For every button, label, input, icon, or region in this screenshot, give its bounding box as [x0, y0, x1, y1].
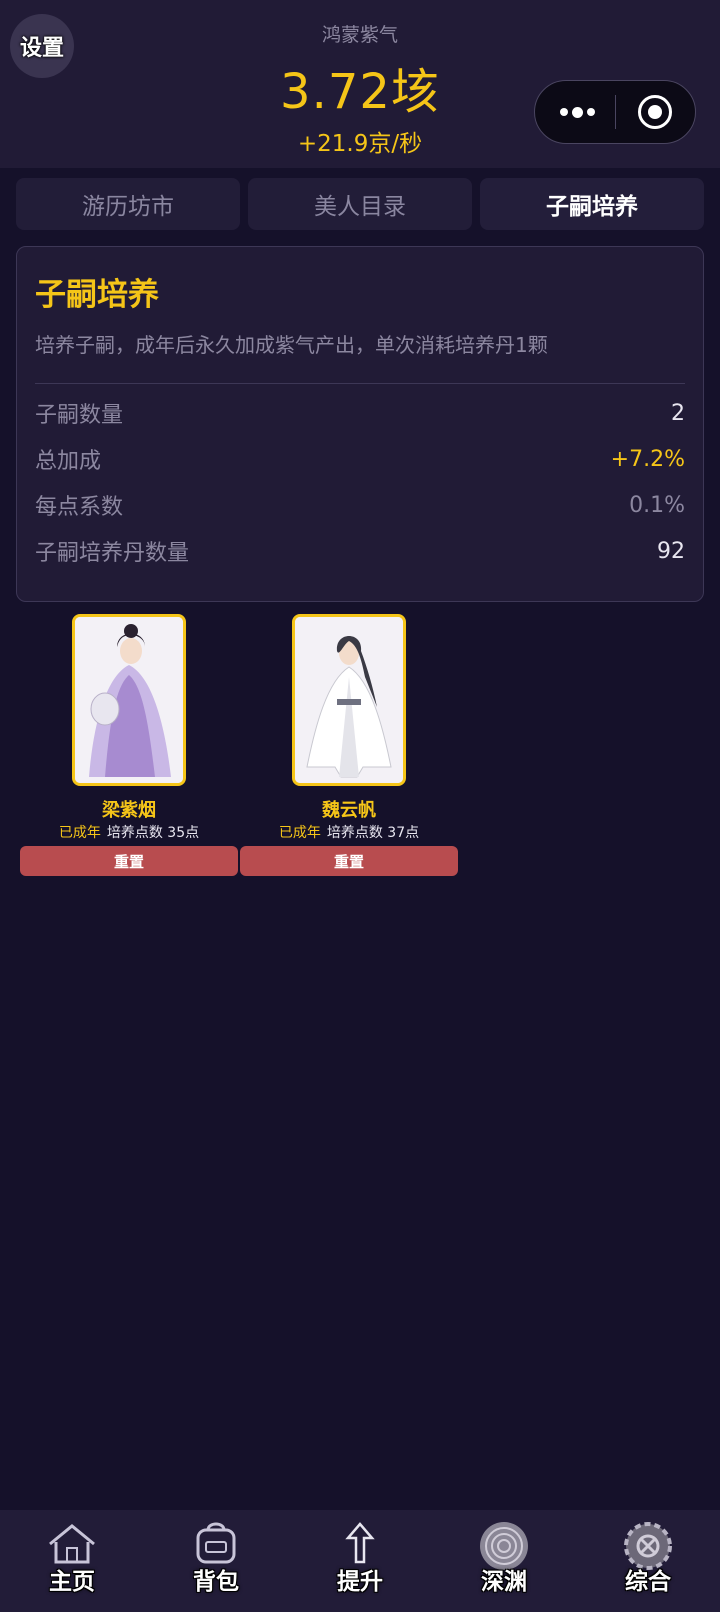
- arrow-up-icon: [345, 1522, 375, 1564]
- stat-value: +7.2%: [610, 446, 685, 472]
- stat-label: 子嗣培养丹数量: [35, 541, 190, 566]
- child-points: 培养点数 37点: [326, 825, 420, 841]
- reset-button[interactable]: 重置: [240, 846, 458, 876]
- miniprogram-capsule: [534, 80, 696, 144]
- tab-beauty-catalog[interactable]: 美人目录: [248, 178, 472, 230]
- backpack-icon: [196, 1522, 236, 1564]
- child-status: 已成年: [278, 825, 321, 841]
- child-portrait[interactable]: [292, 614, 406, 786]
- stat-value: 92: [657, 538, 685, 564]
- stat-child-count: 子嗣数量 2: [35, 397, 685, 429]
- nav-label: 主页: [49, 1569, 95, 1595]
- nav-label: 背包: [193, 1569, 239, 1595]
- child-info: 已成年 培养点数 35点: [20, 822, 238, 842]
- nav-upgrade[interactable]: 提升: [288, 1510, 432, 1612]
- child-card: 梁紫烟 已成年 培养点数 35点 重置: [20, 614, 238, 876]
- child-portrait[interactable]: [72, 614, 186, 786]
- stat-label: 每点系数: [35, 495, 124, 520]
- nav-label: 深渊: [481, 1569, 527, 1595]
- stat-value: 0.1%: [629, 492, 685, 518]
- resource-label: 鸿蒙紫气: [321, 24, 398, 46]
- nav-general[interactable]: 综合: [576, 1510, 720, 1612]
- tab-market[interactable]: 游历坊市: [16, 178, 240, 230]
- child-training-panel: 子嗣培养 培养子嗣，成年后永久加成紫气产出，单次消耗培养丹1颗 子嗣数量 2 总…: [16, 246, 704, 602]
- panel-title: 子嗣培养: [35, 277, 159, 313]
- more-menu-icon[interactable]: [557, 81, 597, 143]
- stat-label: 总加成: [35, 449, 102, 474]
- bottom-nav: 主页 背包 提升 深渊 综合: [0, 1510, 720, 1612]
- panel-divider: [35, 383, 685, 384]
- nav-label: 提升: [337, 1569, 383, 1595]
- stat-label: 子嗣数量: [35, 403, 124, 428]
- child-status: 已成年: [58, 825, 101, 841]
- tab-child-training[interactable]: 子嗣培养: [480, 178, 704, 230]
- stat-per-point-coefficient: 每点系数 0.1%: [35, 489, 685, 521]
- panel-description: 培养子嗣，成年后永久加成紫气产出，单次消耗培养丹1颗: [35, 333, 548, 357]
- house-icon: [49, 1524, 95, 1564]
- stat-value: 2: [671, 400, 685, 426]
- capsule-divider: [615, 95, 616, 129]
- child-info: 已成年 培养点数 37点: [240, 822, 458, 842]
- close-target-icon[interactable]: [638, 95, 672, 129]
- nav-abyss[interactable]: 深渊: [432, 1510, 576, 1612]
- child-name: 梁紫烟: [102, 800, 156, 821]
- section-tabs: 游历坊市 美人目录 子嗣培养: [16, 178, 704, 230]
- nav-backpack[interactable]: 背包: [144, 1510, 288, 1612]
- child-points: 培养点数 35点: [106, 825, 200, 841]
- child-card: 魏云帆 已成年 培养点数 37点 重置: [240, 614, 458, 876]
- nav-home[interactable]: 主页: [0, 1510, 144, 1612]
- stat-total-bonus: 总加成 +7.2%: [35, 443, 685, 475]
- reset-button[interactable]: 重置: [20, 846, 238, 876]
- stat-training-pill-count: 子嗣培养丹数量 92: [35, 535, 685, 567]
- nav-label: 综合: [625, 1569, 671, 1595]
- top-header: 设置 鸿蒙紫气 3.72垓 +21.9京/秒: [0, 0, 720, 168]
- child-name: 魏云帆: [322, 800, 376, 821]
